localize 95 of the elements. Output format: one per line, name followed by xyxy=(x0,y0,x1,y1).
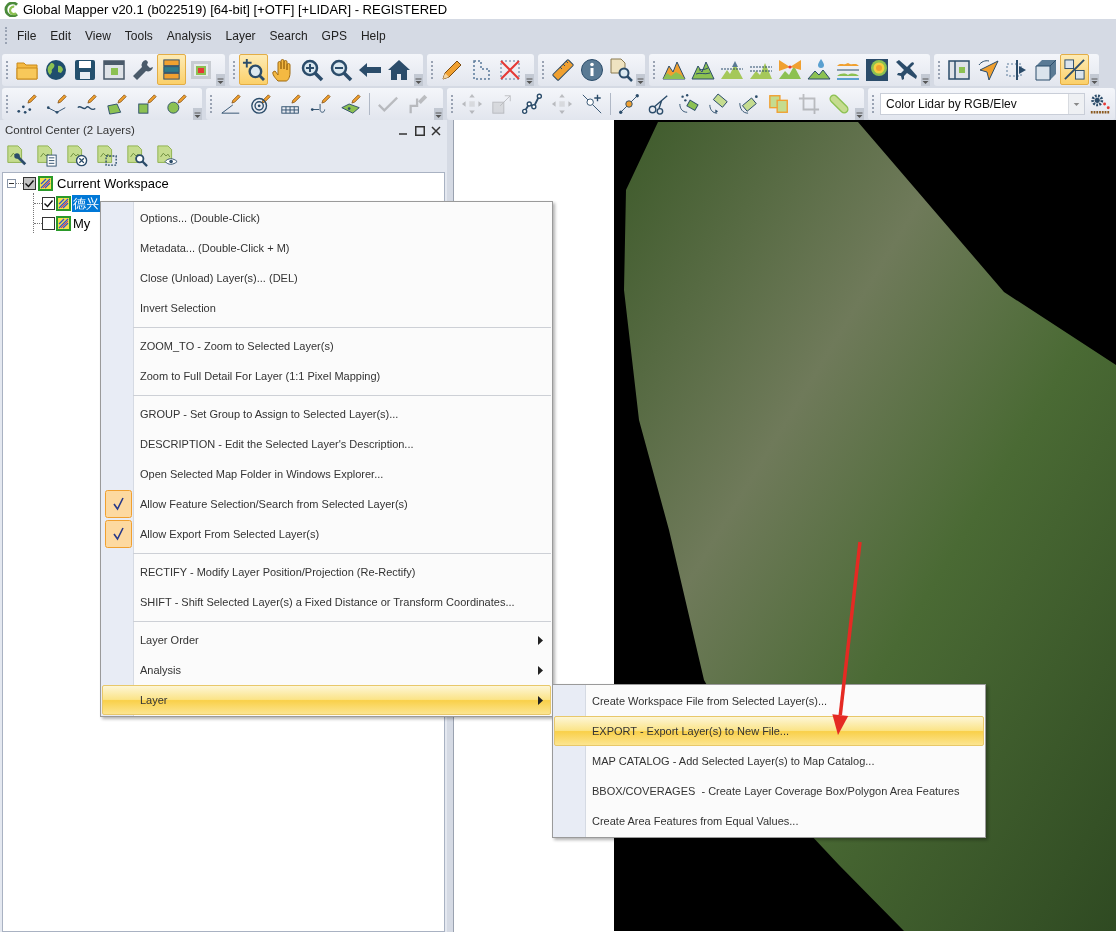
document-list-icon[interactable] xyxy=(36,145,58,167)
menu-item[interactable]: BBOX/COVERAGES - Create Layer Coverage Box/Polygon Area Features xyxy=(554,776,984,806)
menu-item[interactable]: Options... (Double-Click) xyxy=(102,203,551,233)
menu-item[interactable]: Layer xyxy=(102,685,551,715)
panel-title: Control Center (2 Layers) xyxy=(5,123,136,139)
window-title: Global Mapper v20.1 (b022519) [64-bit] [+OTF] [+LIDAR] - REGISTERED xyxy=(23,1,448,19)
toolbar-overflow-icon[interactable] xyxy=(855,107,864,120)
menu-item[interactable]: ZOOM_TO - Zoom to Selected Layer(s) xyxy=(102,331,551,361)
checkbox[interactable] xyxy=(23,176,36,190)
render-mode-dropdown[interactable]: Color Lidar by RGB/Elev xyxy=(880,92,1085,115)
menu-item[interactable]: Create Workspace File from Selected Layer(s)... xyxy=(554,686,984,716)
toolbar-overflow-icon[interactable] xyxy=(434,107,443,120)
menu-bar-item[interactable]: Search xyxy=(262,24,315,47)
document-search-icon[interactable] xyxy=(608,57,633,82)
polygon-pencil-icon[interactable] xyxy=(106,92,128,115)
caret-icon xyxy=(1068,93,1084,114)
menu-bar-item[interactable]: Edit xyxy=(43,24,79,47)
x-mark-icon[interactable] xyxy=(497,57,522,82)
scissors-icon[interactable] xyxy=(648,92,670,115)
gear-icon[interactable] xyxy=(1089,92,1111,115)
toolbar-overflow-icon[interactable] xyxy=(921,73,930,86)
split-squares-icon[interactable] xyxy=(1060,54,1089,85)
menu-bar-item[interactable]: GPS xyxy=(314,24,354,47)
collapse-icon[interactable] xyxy=(7,178,16,188)
document-x-icon[interactable] xyxy=(66,145,88,167)
document-dashed-box-icon[interactable] xyxy=(96,145,118,167)
toolbar-overflow-icon[interactable] xyxy=(414,73,423,86)
menu-bar-item[interactable]: Layer xyxy=(218,24,263,47)
menu-item[interactable]: RECTIFY - Modify Layer Position/Projection (Re-Rectify) xyxy=(102,557,551,587)
menu-bar-item[interactable]: Help xyxy=(353,24,393,47)
dots-rotate-icon[interactable] xyxy=(678,92,700,115)
connected-nodes-icon[interactable] xyxy=(521,92,543,115)
menu-item[interactable]: MAP CATALOG - Add Selected Layer(s) to Map Catalog... xyxy=(554,746,984,776)
menu-item[interactable]: Allow Export From Selected Layer(s) xyxy=(102,519,551,549)
grid-pencil-icon[interactable] xyxy=(280,92,302,115)
menu-item[interactable]: Metadata... (Double-Click + M) xyxy=(102,233,551,263)
menu-item[interactable]: Zoom to Full Detail For Layer (1:1 Pixel Mapping) xyxy=(102,361,551,391)
layers-icon[interactable] xyxy=(157,54,186,85)
app-logo-icon xyxy=(3,2,18,17)
points-pencil-icon[interactable] xyxy=(16,92,38,115)
menu-bar-item[interactable]: View xyxy=(78,24,118,47)
menu-item[interactable]: SHIFT - Shift Selected Layer(s) a Fixed Distance or Transform Coordinates... xyxy=(102,587,551,617)
tree-item[interactable]: My xyxy=(72,214,92,232)
menu-item[interactable]: Analysis xyxy=(102,655,551,685)
layer-icon xyxy=(56,215,71,231)
panel-layout-icon[interactable] xyxy=(946,57,971,82)
menu-item[interactable]: Layer Order xyxy=(102,625,551,655)
menu-item[interactable]: Invert Selection xyxy=(102,293,551,323)
node-plus-icon[interactable] xyxy=(581,92,603,115)
globe-icon[interactable] xyxy=(43,57,68,82)
zoom-out-icon[interactable] xyxy=(328,57,353,82)
menu-item[interactable]: Create Area Features from Equal Values... xyxy=(554,806,984,836)
menu-item[interactable]: Allow Feature Selection/Search from Selected Layer(s) xyxy=(102,489,551,519)
checkbox[interactable] xyxy=(42,216,55,230)
rotate-rectangle-icon[interactable] xyxy=(738,92,760,115)
square-pencil-icon[interactable] xyxy=(136,92,158,115)
angle-pencil-icon[interactable] xyxy=(220,92,242,115)
menu-item[interactable]: Open Selected Map Folder in Windows Explorer... xyxy=(102,459,551,489)
home-icon[interactable] xyxy=(386,57,411,82)
cube-icon[interactable] xyxy=(1033,57,1058,82)
line-pencil-icon[interactable] xyxy=(46,92,68,115)
menu-bar-item[interactable]: Analysis xyxy=(159,24,219,47)
layer-icon xyxy=(38,175,53,191)
zoom-in-icon[interactable] xyxy=(299,57,324,82)
menu-bar-item[interactable]: File xyxy=(10,24,44,47)
mountain-water-drop-icon[interactable] xyxy=(806,57,831,82)
maximize-icon[interactable] xyxy=(415,126,425,136)
target-pencil-icon[interactable] xyxy=(250,92,272,115)
checkbox[interactable] xyxy=(42,196,55,210)
zoom-icon[interactable] xyxy=(239,54,268,85)
toolbar-overflow-icon[interactable] xyxy=(193,107,202,120)
toolbar-overflow-icon[interactable] xyxy=(216,73,225,86)
close-icon[interactable] xyxy=(431,126,441,136)
tree-item[interactable]: 德兴 xyxy=(72,194,100,212)
hook-pencil-icon[interactable] xyxy=(310,92,332,115)
layer-icon xyxy=(56,195,71,211)
menu-bar-item[interactable]: Tools xyxy=(117,24,160,47)
heat-map-icon[interactable] xyxy=(864,57,889,82)
window-icon[interactable] xyxy=(101,57,126,82)
area-pencil-icon[interactable] xyxy=(340,92,362,115)
document-eye-icon[interactable] xyxy=(156,145,178,167)
toolbar-overflow-icon[interactable] xyxy=(525,73,534,86)
rotate-rectangle-icon[interactable] xyxy=(708,92,730,115)
document-magnifier-icon[interactable] xyxy=(126,145,148,167)
document-wrench-icon[interactable] xyxy=(6,145,28,167)
menu-item[interactable]: DESCRIPTION - Edit the Selected Layer's Description... xyxy=(102,429,551,459)
tree-item[interactable]: Current Workspace xyxy=(56,174,170,192)
toolbar-overflow-icon[interactable] xyxy=(636,73,645,86)
line-node-icon[interactable] xyxy=(618,92,640,115)
toolbar-overflow-icon[interactable] xyxy=(1090,73,1099,86)
info-icon[interactable] xyxy=(579,57,604,82)
menu-item[interactable]: EXPORT - Export Layer(s) to New File... xyxy=(554,716,984,746)
circle-pencil-icon[interactable] xyxy=(166,92,188,115)
menu-item[interactable]: GROUP - Set Group to Assign to Selected Layer(s)... xyxy=(102,399,551,429)
menu-item[interactable]: Close (Unload) Layer(s)... (DEL) xyxy=(102,263,551,293)
